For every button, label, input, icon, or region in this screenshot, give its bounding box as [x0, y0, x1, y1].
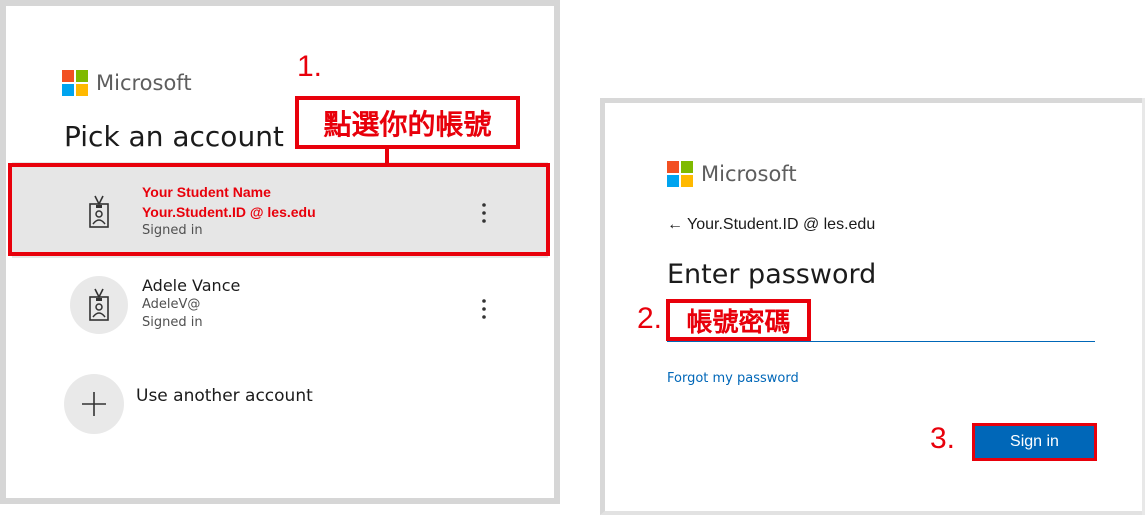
- annotation-connector: [385, 148, 389, 164]
- password-input[interactable]: [667, 341, 1095, 342]
- back-arrow-icon[interactable]: ←: [667, 216, 683, 234]
- account-email: AdeleV@: [142, 297, 201, 312]
- account-text: Adele Vance AdeleV@ Signed in: [142, 276, 240, 330]
- account-name: Adele Vance: [142, 276, 241, 295]
- microsoft-logo-icon: [62, 70, 88, 96]
- account-row-adele[interactable]: Adele Vance AdeleV@ Signed in: [12, 262, 548, 358]
- annotation-step2-label: 帳號密碼: [666, 299, 811, 341]
- avatar: [70, 276, 128, 334]
- annotation-step2-number: 2.: [637, 302, 663, 335]
- plus-icon: [82, 392, 106, 416]
- brand-name: Microsoft: [96, 71, 192, 95]
- use-another-account-label[interactable]: Use another account: [136, 386, 313, 406]
- microsoft-logo: Microsoft: [667, 161, 797, 187]
- microsoft-logo: Microsoft: [62, 70, 192, 96]
- more-vertical-icon[interactable]: [480, 298, 488, 320]
- brand-name: Microsoft: [701, 162, 797, 186]
- identity-email: Your.Student.ID @ les.edu: [687, 216, 876, 233]
- forgot-password-link[interactable]: Forgot my password: [667, 371, 799, 386]
- page-title: Pick an account: [64, 120, 284, 153]
- annotation-step1-number: 1.: [297, 50, 323, 83]
- annotation-highlight-account: [8, 163, 550, 256]
- sign-in-button[interactable]: Sign in: [972, 423, 1097, 461]
- annotation-step1-text: 點選你的帳號: [323, 107, 492, 141]
- annotation-step1-label: 點選你的帳號: [295, 96, 520, 149]
- annotation-step3-number: 3.: [930, 422, 956, 455]
- microsoft-logo-icon: [667, 161, 693, 187]
- id-badge-icon: [89, 288, 109, 321]
- identity-banner[interactable]: ← Your.Student.ID @ les.edu: [667, 216, 875, 234]
- account-status: Signed in: [142, 315, 203, 330]
- annotation-step2-text: 帳號密碼: [686, 307, 791, 338]
- page-title: Enter password: [667, 259, 877, 290]
- use-another-account-button[interactable]: [64, 374, 124, 434]
